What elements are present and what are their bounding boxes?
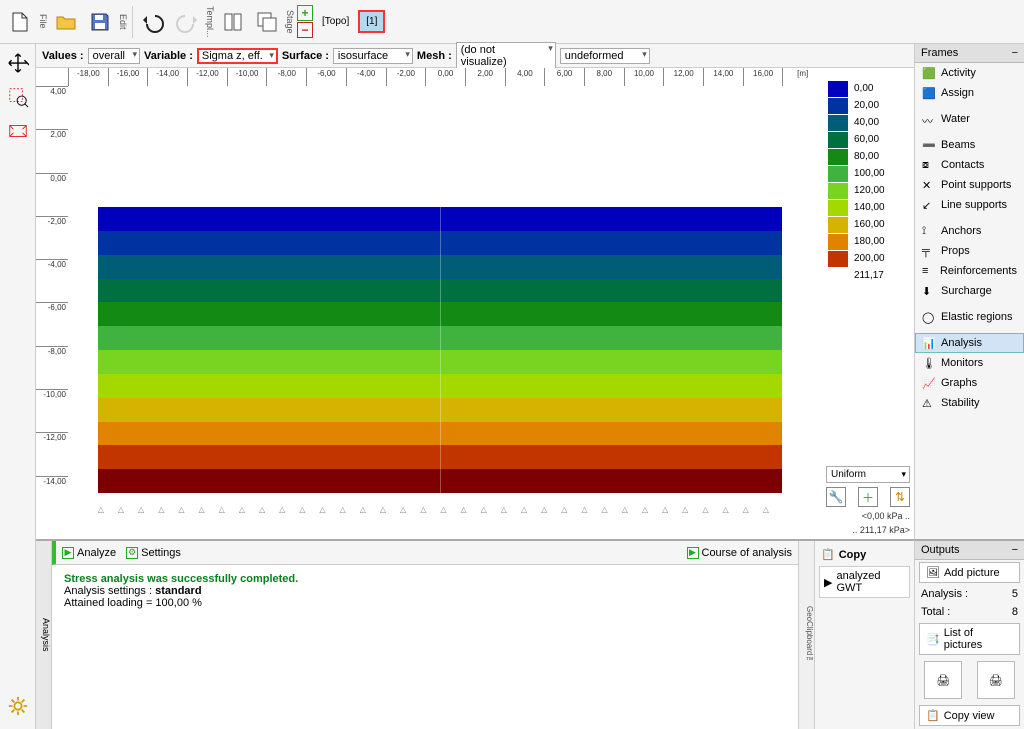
- template-button[interactable]: [217, 4, 249, 40]
- surface-label: Surface :: [282, 50, 329, 62]
- legend-range-button[interactable]: ⇅: [890, 487, 910, 507]
- analyze-button[interactable]: ▶Analyze: [62, 547, 116, 559]
- add-picture-button[interactable]: 🖼Add picture: [919, 562, 1020, 583]
- save-button[interactable]: [84, 4, 116, 40]
- stage-buttons: + −: [297, 5, 313, 38]
- y-ruler: 4,002,000,00-2,00-4,00-6,00-8,00-10,00-1…: [36, 86, 68, 519]
- file-label: File: [38, 14, 48, 29]
- frames-minimize-button[interactable]: −: [1012, 47, 1018, 59]
- values-label: Values :: [42, 50, 84, 62]
- stage-remove-button[interactable]: −: [297, 22, 313, 38]
- variable-label: Variable :: [144, 50, 193, 62]
- display-options-bar: Values : overall Variable : Sigma z, eff…: [36, 44, 914, 68]
- frame-item-line-supports[interactable]: ↙Line supports: [915, 195, 1024, 215]
- list-of-pictures-button[interactable]: 📑List of pictures: [919, 623, 1020, 655]
- mesh-dropdown[interactable]: (do not visualize): [456, 42, 556, 70]
- zoom-extents-tool[interactable]: [3, 116, 33, 146]
- frame-item-reinforcements[interactable]: ≡Reinforcements: [915, 261, 1024, 281]
- frame-item-surcharge[interactable]: ⬇Surcharge: [915, 281, 1024, 301]
- copy-title: 📋Copy: [819, 545, 910, 564]
- print-color-button[interactable]: 🖨: [977, 661, 1015, 699]
- frame-item-water[interactable]: 〰Water: [915, 109, 1024, 129]
- zoom-window-tool[interactable]: [3, 82, 33, 112]
- center-line: [440, 207, 441, 493]
- legend-range-high: .. 211,17 kPa>: [826, 525, 910, 535]
- copy-analyzed-gwt-button[interactable]: ▶analyzed GWT: [819, 566, 910, 598]
- stage-1-tab[interactable]: [1]: [358, 10, 385, 33]
- analysis-panel: Analysis ▶Analyze ⚙Settings ▶Course of a…: [36, 539, 914, 729]
- analysis-tab-label: Analysis: [36, 541, 52, 729]
- frame-item-monitors[interactable]: 🌡Monitors: [915, 353, 1024, 373]
- frame-item-point-supports[interactable]: ✕Point supports: [915, 175, 1024, 195]
- deform-dropdown[interactable]: undeformed: [560, 48, 650, 64]
- open-file-button[interactable]: [50, 4, 82, 40]
- frame-item-props[interactable]: ╤Props: [915, 241, 1024, 261]
- redo-button[interactable]: [171, 4, 203, 40]
- frame-item-graphs[interactable]: 📈Graphs: [915, 373, 1024, 393]
- frames-panel: Frames− 🟩Activity🟦Assign 〰Water ➖Beams⧇Con…: [914, 44, 1024, 539]
- values-dropdown[interactable]: overall: [88, 48, 140, 64]
- edit-label: Edit: [118, 14, 128, 30]
- analysis-output: Stress analysis was successfully complet…: [52, 565, 798, 729]
- stage-label: Stage: [285, 10, 295, 34]
- copy-panel: 📋Copy ▶analyzed GWT: [814, 541, 914, 729]
- left-tool-strip: [0, 44, 36, 729]
- geoclipboard-label: GeoClipboard™: [798, 541, 814, 729]
- undo-button[interactable]: [137, 4, 169, 40]
- pan-tool[interactable]: [3, 48, 33, 78]
- outputs-minimize-button[interactable]: −: [1012, 544, 1018, 556]
- variable-dropdown[interactable]: Sigma z, eff.: [197, 48, 278, 64]
- stage-add-button[interactable]: +: [297, 5, 313, 21]
- legend-wrench-button[interactable]: 🔧: [826, 487, 846, 507]
- frames-title: Frames−: [915, 44, 1024, 63]
- stage-topo-tab[interactable]: [Topo]: [315, 11, 356, 32]
- analysis-settings-button[interactable]: ⚙Settings: [126, 547, 181, 559]
- main-toolbar: File Edit Templ... Stage + − [Topo] [1]: [0, 0, 1024, 44]
- copy-picture-button[interactable]: [251, 4, 283, 40]
- outputs-title: Outputs−: [915, 541, 1024, 560]
- frame-item-analysis[interactable]: 📊Analysis: [915, 333, 1024, 353]
- frame-item-beams[interactable]: ➖Beams: [915, 135, 1024, 155]
- templ-label: Templ...: [205, 6, 215, 38]
- frame-item-stability[interactable]: ⚠Stability: [915, 393, 1024, 413]
- frame-item-elastic-regions[interactable]: ◯Elastic regions: [915, 307, 1024, 327]
- settings-gear-button[interactable]: [3, 691, 33, 721]
- analysis-success-msg: Stress analysis was successfully complet…: [64, 573, 786, 585]
- legend-range-low: <0,00 kPa ..: [826, 511, 910, 521]
- support-triangles: △△△△△△△△△△△△△△△△△△△△△△△△△△△△△△△△△△△△△△△△…: [98, 505, 783, 519]
- surface-dropdown[interactable]: isosurface: [333, 48, 413, 64]
- outputs-panel: Outputs− 🖼Add picture Analysis :5 Total …: [914, 539, 1024, 729]
- copy-view-button[interactable]: 📋Copy view: [919, 705, 1020, 726]
- frame-item-activity[interactable]: 🟩Activity: [915, 63, 1024, 83]
- color-legend: 0,0020,0040,0060,0080,00100,00120,00140,…: [822, 68, 914, 539]
- visualization-canvas[interactable]: -18,00-16,00-14,00-12,00-10,00-8,00-6,00…: [36, 68, 822, 539]
- course-of-analysis-button[interactable]: ▶Course of analysis: [687, 547, 793, 559]
- frame-item-assign[interactable]: 🟦Assign: [915, 83, 1024, 103]
- chart-body: △△△△△△△△△△△△△△△△△△△△△△△△△△△△△△△△△△△△△△△△…: [68, 86, 812, 519]
- mesh-label: Mesh :: [417, 50, 452, 62]
- new-file-button[interactable]: [4, 4, 36, 40]
- frame-item-anchors[interactable]: ⟟Anchors: [915, 221, 1024, 241]
- print-button[interactable]: 🖨: [924, 661, 962, 699]
- frame-item-contacts[interactable]: ⧇Contacts: [915, 155, 1024, 175]
- x-ruler: -18,00-16,00-14,00-12,00-10,00-8,00-6,00…: [68, 68, 822, 86]
- legend-plus-button[interactable]: ＋: [858, 487, 878, 507]
- legend-mode-dropdown[interactable]: Uniform: [826, 466, 910, 483]
